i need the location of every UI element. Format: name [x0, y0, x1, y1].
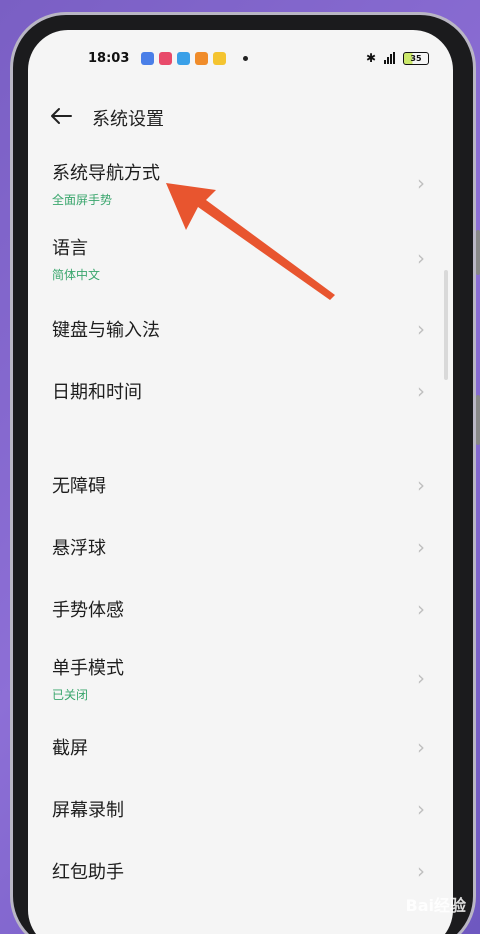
watermark-logo: Bai经验 — [405, 896, 466, 915]
annotation-arrow — [166, 183, 335, 300]
annotation-arrow-icon — [166, 183, 335, 300]
